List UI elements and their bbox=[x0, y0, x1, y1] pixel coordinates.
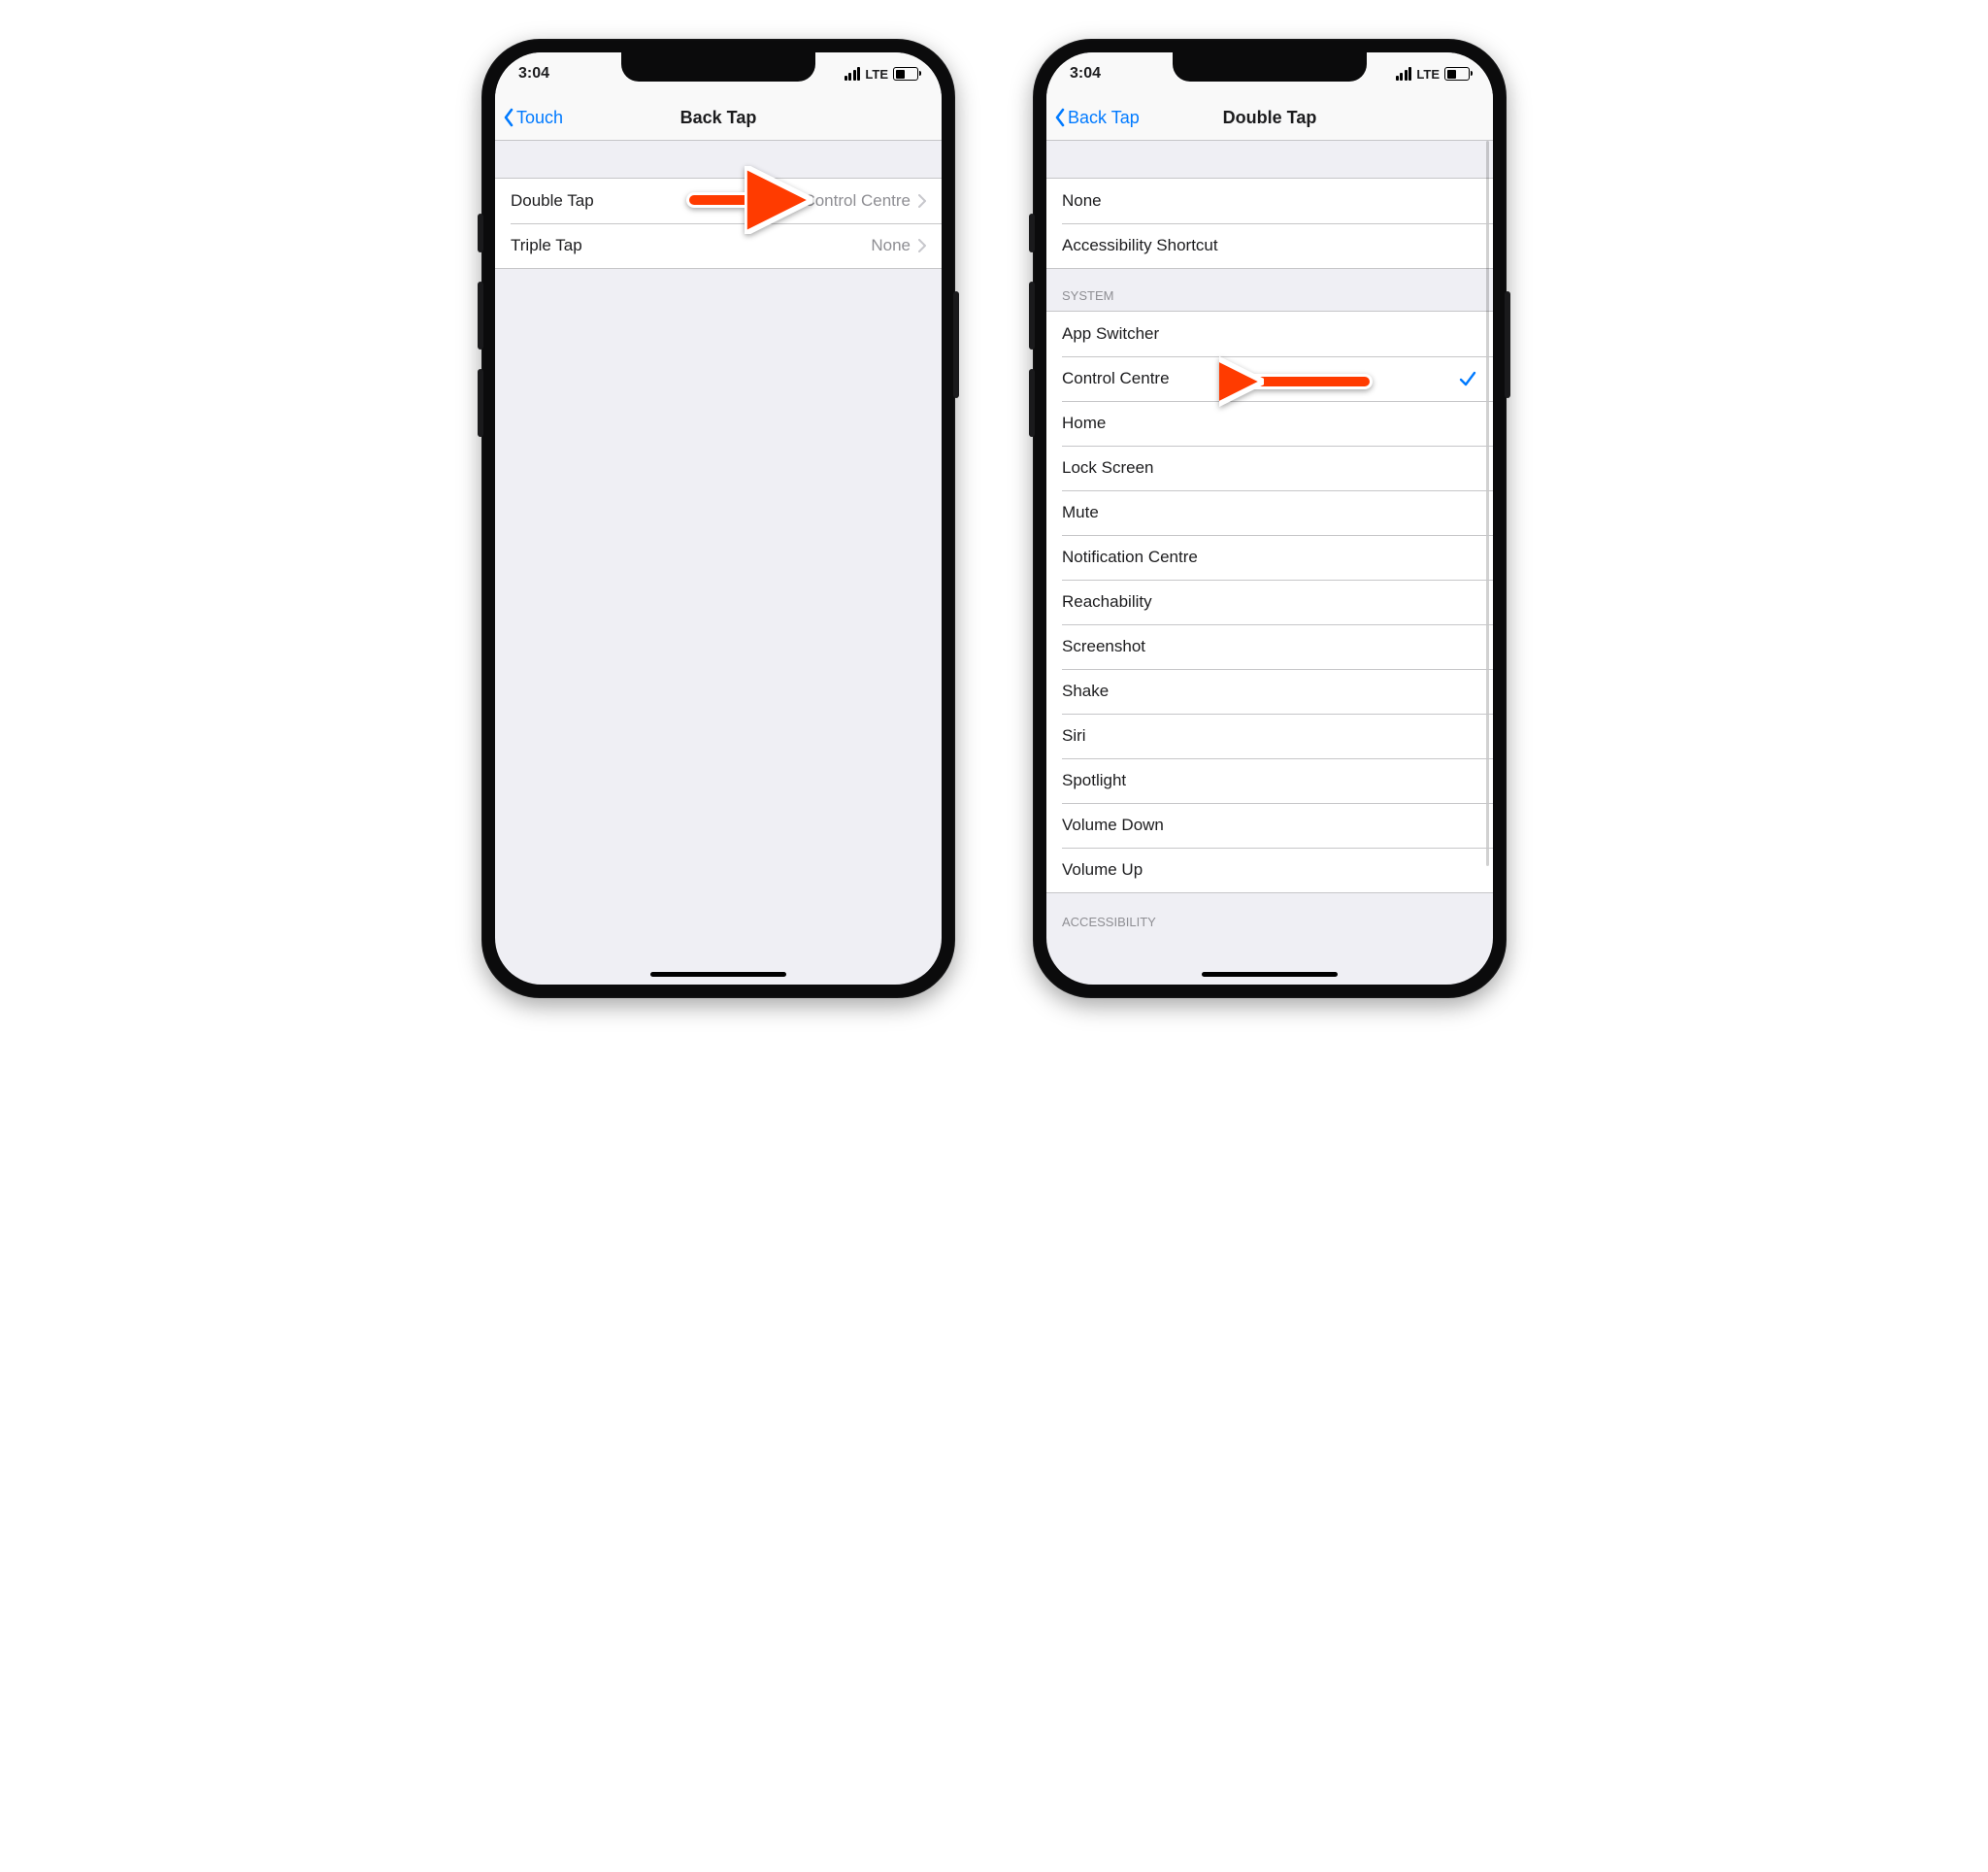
row-label: Triple Tap bbox=[511, 236, 871, 255]
nav-title: Back Tap bbox=[680, 108, 757, 128]
volume-up-button bbox=[478, 282, 483, 350]
status-time: 3:04 bbox=[518, 65, 549, 83]
section-header-accessibility: ACCESSIBILITY bbox=[1046, 893, 1493, 929]
nav-bar: Touch Back Tap bbox=[495, 95, 942, 141]
chevron-right-icon bbox=[918, 239, 926, 252]
notch bbox=[1173, 52, 1367, 82]
home-indicator[interactable] bbox=[650, 972, 786, 977]
row-label: App Switcher bbox=[1062, 324, 1477, 344]
row-label: Mute bbox=[1062, 503, 1477, 522]
row-label: Notification Centre bbox=[1062, 548, 1477, 567]
silent-switch bbox=[478, 214, 483, 252]
nav-bar: Back Tap Double Tap bbox=[1046, 95, 1493, 141]
section-header-system: SYSTEM bbox=[1046, 269, 1493, 311]
top-group: None Accessibility Shortcut bbox=[1046, 178, 1493, 269]
status-right: LTE bbox=[1396, 67, 1470, 82]
option-shake[interactable]: Shake bbox=[1046, 669, 1493, 714]
row-label: Volume Up bbox=[1062, 860, 1477, 880]
row-label: Lock Screen bbox=[1062, 458, 1477, 478]
status-time: 3:04 bbox=[1070, 65, 1101, 83]
silent-switch bbox=[1029, 214, 1035, 252]
row-label: Shake bbox=[1062, 682, 1477, 701]
battery-icon bbox=[1444, 67, 1470, 81]
home-indicator[interactable] bbox=[1202, 972, 1338, 977]
volume-down-button bbox=[478, 369, 483, 437]
back-label: Touch bbox=[516, 108, 563, 128]
phone-left: 3:04 LTE Touch Back Tap Double Tap Con bbox=[481, 39, 955, 998]
row-double-tap[interactable]: Double Tap Control Centre bbox=[495, 179, 942, 223]
row-value: None bbox=[871, 236, 911, 255]
screen-left: 3:04 LTE Touch Back Tap Double Tap Con bbox=[495, 52, 942, 985]
chevron-right-icon bbox=[918, 194, 926, 208]
spacer bbox=[1046, 141, 1493, 178]
signal-icon bbox=[845, 67, 861, 81]
checkmark-icon bbox=[1458, 370, 1477, 387]
row-value: Control Centre bbox=[803, 191, 911, 211]
notch bbox=[621, 52, 815, 82]
status-right: LTE bbox=[845, 67, 918, 82]
row-label: None bbox=[1062, 191, 1477, 211]
signal-icon bbox=[1396, 67, 1412, 81]
back-button[interactable]: Back Tap bbox=[1054, 108, 1140, 128]
content-area[interactable]: None Accessibility Shortcut SYSTEM App S… bbox=[1046, 141, 1493, 985]
screen-right: 3:04 LTE Back Tap Double Tap None bbox=[1046, 52, 1493, 985]
volume-up-button bbox=[1029, 282, 1035, 350]
spacer bbox=[495, 141, 942, 178]
option-control-centre[interactable]: Control Centre bbox=[1046, 356, 1493, 401]
row-label: Screenshot bbox=[1062, 637, 1477, 656]
option-siri[interactable]: Siri bbox=[1046, 714, 1493, 758]
row-label: Reachability bbox=[1062, 592, 1477, 612]
row-label: Accessibility Shortcut bbox=[1062, 236, 1477, 255]
option-screenshot[interactable]: Screenshot bbox=[1046, 624, 1493, 669]
chevron-left-icon bbox=[1054, 108, 1066, 127]
system-group: App Switcher Control Centre Home Lock Scree… bbox=[1046, 311, 1493, 893]
settings-group: Double Tap Control Centre Triple Tap Non… bbox=[495, 178, 942, 269]
carrier-label: LTE bbox=[865, 67, 888, 82]
option-notification-centre[interactable]: Notification Centre bbox=[1046, 535, 1493, 580]
nav-title: Double Tap bbox=[1223, 108, 1317, 128]
row-label: Siri bbox=[1062, 726, 1477, 746]
row-triple-tap[interactable]: Triple Tap None bbox=[495, 223, 942, 268]
side-button bbox=[1505, 291, 1510, 398]
content-area[interactable]: Double Tap Control Centre Triple Tap Non… bbox=[495, 141, 942, 985]
option-none[interactable]: None bbox=[1046, 179, 1493, 223]
row-label: Control Centre bbox=[1062, 369, 1458, 388]
row-label: Spotlight bbox=[1062, 771, 1477, 790]
option-home[interactable]: Home bbox=[1046, 401, 1493, 446]
option-volume-down[interactable]: Volume Down bbox=[1046, 803, 1493, 848]
option-volume-up[interactable]: Volume Up bbox=[1046, 848, 1493, 892]
battery-icon bbox=[893, 67, 918, 81]
option-lock-screen[interactable]: Lock Screen bbox=[1046, 446, 1493, 490]
back-button[interactable]: Touch bbox=[503, 108, 563, 128]
carrier-label: LTE bbox=[1416, 67, 1440, 82]
option-reachability[interactable]: Reachability bbox=[1046, 580, 1493, 624]
option-accessibility-shortcut[interactable]: Accessibility Shortcut bbox=[1046, 223, 1493, 268]
row-label: Volume Down bbox=[1062, 816, 1477, 835]
side-button bbox=[953, 291, 959, 398]
back-label: Back Tap bbox=[1068, 108, 1140, 128]
row-label: Home bbox=[1062, 414, 1477, 433]
row-label: Double Tap bbox=[511, 191, 803, 211]
option-spotlight[interactable]: Spotlight bbox=[1046, 758, 1493, 803]
option-mute[interactable]: Mute bbox=[1046, 490, 1493, 535]
option-app-switcher[interactable]: App Switcher bbox=[1046, 312, 1493, 356]
chevron-left-icon bbox=[503, 108, 514, 127]
phone-right: 3:04 LTE Back Tap Double Tap None bbox=[1033, 39, 1507, 998]
volume-down-button bbox=[1029, 369, 1035, 437]
